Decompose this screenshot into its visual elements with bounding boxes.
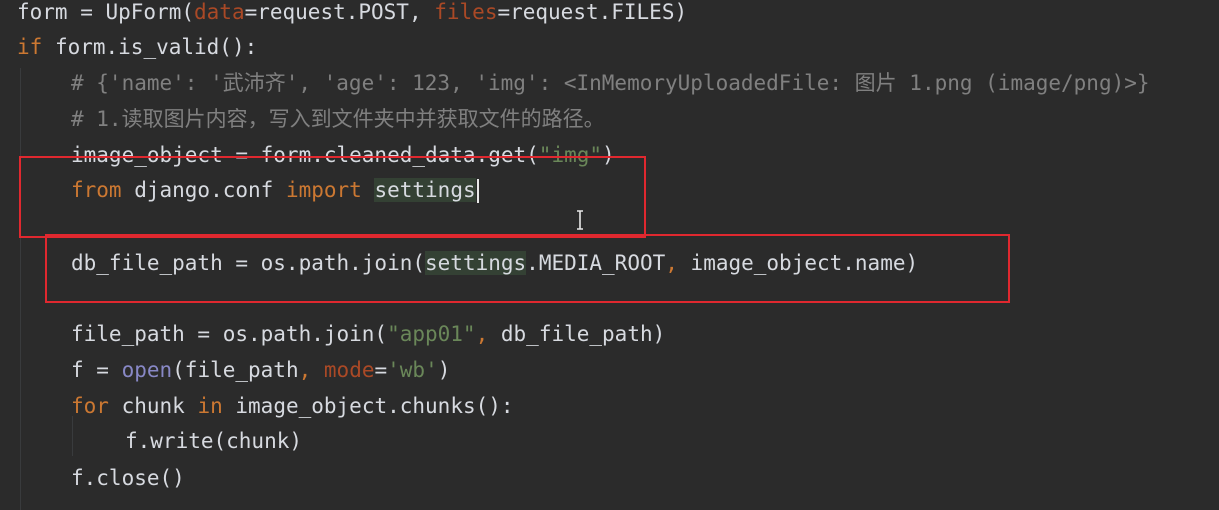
code-token: f.write(chunk) (125, 429, 303, 453)
indent-guide (20, 68, 21, 510)
code-token: ) (437, 358, 451, 382)
code-token: = (374, 358, 388, 382)
code-line-11[interactable]: f.write(chunk) (125, 424, 1219, 458)
code-line-9[interactable]: f = open(file_path, mode='wb') (71, 353, 1219, 387)
code-token: f = (71, 358, 122, 382)
code-builtin: open (121, 358, 173, 382)
code-string: "app01" (387, 322, 476, 346)
code-keyword: for (71, 394, 109, 418)
code-line-1[interactable]: form = UpForm(data=request.POST, files=r… (17, 0, 1219, 29)
code-editor[interactable]: form = UpForm(data=request.POST, files=r… (0, 0, 1219, 510)
highlight-box-import (19, 156, 646, 238)
code-string: 'wb' (387, 358, 438, 382)
code-token: =request.POST, (244, 0, 435, 24)
code-comment: # 1.读取图片内容，写入到文件夹中并获取文件的路径。 (71, 107, 605, 131)
code-token: files (434, 0, 498, 24)
code-token: data (194, 0, 245, 24)
code-token: , (475, 322, 489, 346)
code-token: chunk (108, 394, 198, 418)
code-line-12[interactable]: f.close() (71, 461, 1219, 495)
code-line-4[interactable]: # 1.读取图片内容，写入到文件夹中并获取文件的路径。 (71, 102, 1219, 136)
code-keyword: in (197, 394, 223, 418)
code-token: , (298, 358, 312, 382)
code-token: form = UpForm( (17, 0, 195, 24)
code-token: mode (323, 358, 375, 382)
highlight-box-db-path (45, 234, 1010, 303)
code-line-3[interactable]: # {'name': '武沛齐', 'age': 123, 'img': <In… (71, 66, 1219, 100)
code-token: db_file_path) (488, 322, 666, 346)
code-token: file_path = os.path.join( (71, 322, 388, 346)
code-comment: # {'name': '武沛齐', 'age': 123, 'img': <In… (71, 71, 1150, 95)
code-token: if (17, 35, 43, 59)
code-token: =request.FILES) (497, 0, 688, 24)
code-line-2[interactable]: if form.is_valid(): (17, 30, 1219, 64)
code-line-8[interactable]: file_path = os.path.join("app01", db_fil… (71, 317, 1219, 351)
code-token: f.close() (71, 466, 185, 490)
code-line-10[interactable]: for chunk in image_object.chunks(): (71, 389, 1219, 423)
text-cursor-ibeam-icon (577, 210, 583, 230)
code-token: form.is_valid(): (42, 35, 258, 59)
code-token: image_object.chunks(): (222, 394, 514, 418)
code-token: (file_path (172, 358, 299, 382)
